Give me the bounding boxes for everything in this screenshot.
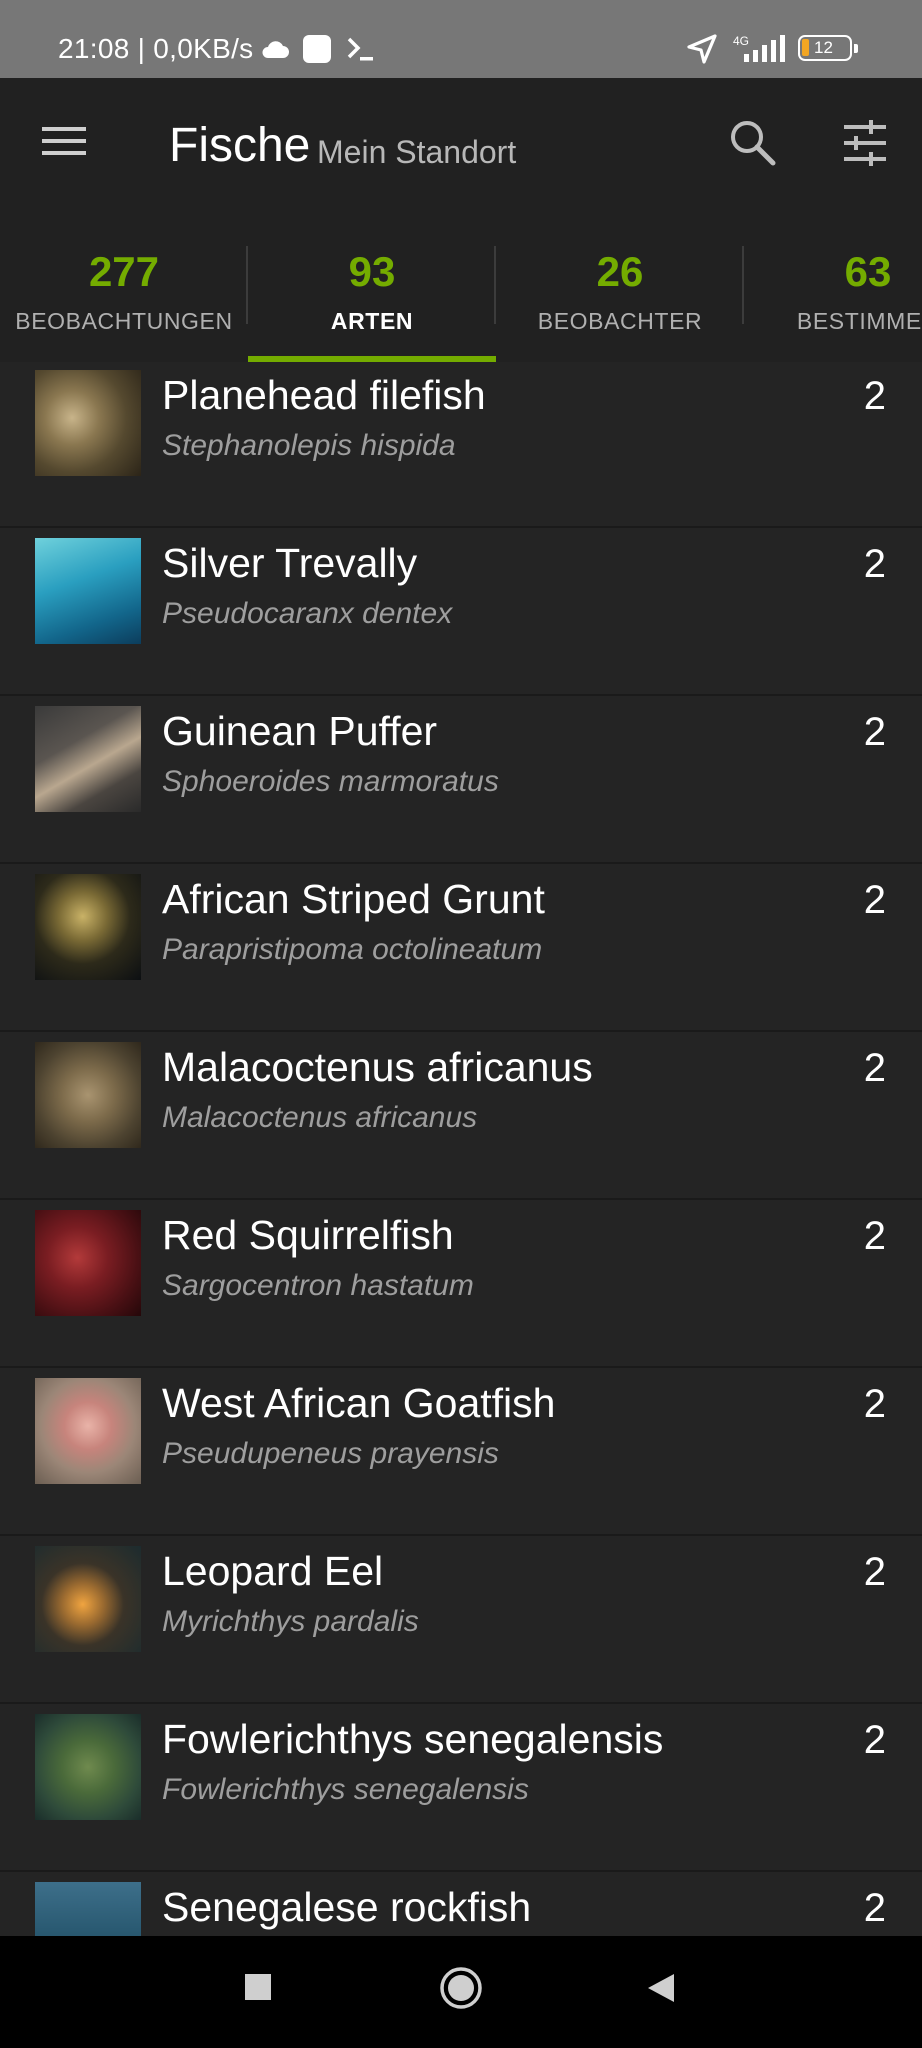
home-circle-icon (440, 1967, 482, 2009)
species-scientific-name: Pseudocaranx dentex (162, 597, 453, 630)
battery-level: 12 (814, 38, 833, 57)
species-observation-count: 2 (863, 1718, 886, 1762)
species-row[interactable]: Guinean Puffer Sphoeroides marmoratus 2 (0, 696, 922, 864)
tab-observers[interactable]: 26 BEOBACHTER (496, 240, 744, 360)
species-photo-thumbnail (35, 1714, 141, 1820)
species-scientific-name: Sargocentron hastatum (162, 1269, 474, 1302)
search-button[interactable] (728, 118, 778, 168)
species-photo-thumbnail (35, 1042, 141, 1148)
species-row[interactable]: Leopard Eel Myrichthys pardalis 2 (0, 1536, 922, 1704)
species-observation-count: 2 (863, 1886, 886, 1930)
species-row[interactable]: Red Squirrelfish Sargocentron hastatum 2 (0, 1200, 922, 1368)
square-notification-icon (303, 35, 331, 63)
species-row[interactable]: Planehead filefish Stephanolepis hispida… (0, 362, 922, 528)
species-list[interactable]: Planehead filefish Stephanolepis hispida… (0, 362, 922, 1936)
tab-species-count: 93 (348, 248, 396, 295)
status-bar: 21:08 | 0,0KB/s 4G 12 (0, 0, 922, 78)
species-scientific-name: Malacoctenus africanus (162, 1101, 478, 1134)
species-photo-thumbnail (35, 538, 141, 644)
menu-button[interactable] (40, 118, 88, 166)
species-row[interactable]: Silver Trevally Pseudocaranx dentex 2 (0, 528, 922, 696)
species-photo-thumbnail (35, 1882, 141, 1936)
tab-observers-label: BEOBACHTER (537, 308, 703, 334)
species-row[interactable]: African Striped Grunt Parapristipoma oct… (0, 864, 922, 1032)
species-photo-thumbnail (35, 1378, 141, 1484)
species-common-name: Fowlerichthys senegalensis (162, 1716, 664, 1762)
filter-sliders-icon (844, 120, 886, 166)
species-scientific-name: Pseudupeneus prayensis (162, 1437, 499, 1470)
species-photo-thumbnail (35, 1210, 141, 1316)
menu-icon (42, 127, 86, 155)
species-observation-count: 2 (863, 710, 886, 754)
species-scientific-name: Sphoeroides marmoratus (162, 765, 499, 798)
battery-icon: 12 (798, 35, 858, 61)
location-arrow-icon (687, 34, 717, 64)
species-common-name: Silver Trevally (162, 540, 418, 586)
tab-observers-count: 26 (596, 248, 644, 295)
species-scientific-name: Fowlerichthys senegalensis (162, 1773, 529, 1806)
tab-identifiers[interactable]: 63 BESTIMMER (744, 240, 922, 360)
species-observation-count: 2 (863, 1214, 886, 1258)
species-observation-count: 2 (863, 1046, 886, 1090)
tab-species-label: ARTEN (330, 308, 414, 334)
signal-icon (744, 35, 785, 62)
species-common-name: Red Squirrelfish (162, 1212, 454, 1258)
home-button[interactable] (439, 1966, 483, 2010)
species-common-name: Planehead filefish (162, 372, 486, 418)
species-common-name: Malacoctenus africanus (162, 1044, 593, 1090)
species-common-name: Leopard Eel (162, 1548, 384, 1594)
species-photo-thumbnail (35, 706, 141, 812)
species-scientific-name: Parapristipoma octolineatum (162, 933, 543, 966)
tab-identifiers-label: BESTIMMER (796, 308, 922, 334)
species-common-name: African Striped Grunt (162, 876, 545, 922)
species-photo-thumbnail (35, 370, 141, 476)
species-common-name: Guinean Puffer (162, 708, 438, 754)
species-observation-count: 2 (863, 878, 886, 922)
species-observation-count: 2 (863, 374, 886, 418)
location-subtitle[interactable]: Mein Standort (317, 134, 516, 171)
search-icon (731, 121, 776, 166)
species-observation-count: 2 (863, 542, 886, 586)
species-photo-thumbnail (35, 874, 141, 980)
species-scientific-name: Stephanolepis hispida (162, 429, 456, 462)
recents-button[interactable] (245, 1974, 271, 2000)
species-photo-thumbnail (35, 1546, 141, 1652)
status-time-network-speed: 21:08 | 0,0KB/s (58, 33, 254, 64)
species-observation-count: 2 (863, 1550, 886, 1594)
back-button[interactable] (646, 1972, 676, 2004)
tab-observations[interactable]: 277 BEOBACHTUNGEN (0, 240, 248, 360)
species-common-name: West African Goatfish (162, 1380, 556, 1426)
terminal-icon (347, 37, 373, 61)
species-row[interactable]: Fowlerichthys senegalensis Fowlerichthys… (0, 1704, 922, 1872)
cloud-icon (262, 41, 289, 58)
tab-identifiers-count: 63 (844, 248, 892, 295)
species-row[interactable]: Senegalese rockfish 2 (0, 1872, 922, 1936)
recents-square-icon (245, 1974, 271, 2000)
filter-button[interactable] (842, 120, 888, 166)
system-navigation-bar (0, 1936, 922, 2048)
species-scientific-name: Myrichthys pardalis (162, 1605, 419, 1638)
page-title: Fische (169, 119, 311, 172)
species-row[interactable]: West African Goatfish Pseudupeneus praye… (0, 1368, 922, 1536)
species-common-name: Senegalese rockfish (162, 1884, 532, 1930)
back-triangle-icon (648, 1974, 674, 2002)
tab-observations-count: 277 (88, 248, 160, 295)
species-observation-count: 2 (863, 1382, 886, 1426)
species-row[interactable]: Malacoctenus africanus Malacoctenus afri… (0, 1032, 922, 1200)
tab-species[interactable]: 93 ARTEN (248, 240, 496, 360)
tab-observations-label: BEOBACHTUNGEN (15, 308, 233, 334)
